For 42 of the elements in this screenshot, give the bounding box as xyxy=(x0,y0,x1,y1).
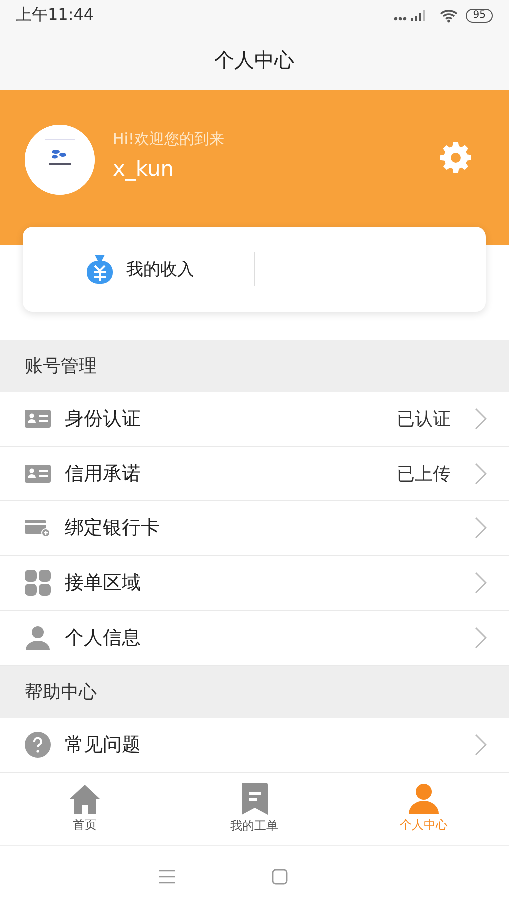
income-button[interactable]: 我的收入 xyxy=(23,226,254,312)
home-square-icon[interactable] xyxy=(272,869,288,886)
status-value: 已上传 xyxy=(397,462,451,486)
chevron-icon xyxy=(475,408,487,430)
chevron-icon xyxy=(475,627,487,650)
wifi-icon xyxy=(440,8,458,23)
menu-row[interactable]: 常见问题 xyxy=(0,718,509,774)
menu-label: 常见问题 xyxy=(65,733,142,758)
grid-icon xyxy=(25,570,51,596)
menu-row[interactable]: 接单区域 xyxy=(0,556,509,612)
chevron-icon xyxy=(475,517,487,540)
help-icon xyxy=(25,732,51,758)
home-icon xyxy=(68,784,101,814)
menu-label: 个人信息 xyxy=(65,626,142,652)
battery-level: 95 xyxy=(466,8,493,23)
menu-row[interactable]: 信用承诺 已上传 xyxy=(0,446,509,502)
id-card-icon xyxy=(25,464,51,484)
chevron-icon xyxy=(475,572,487,594)
bookmark-icon xyxy=(242,783,268,816)
id-card-icon xyxy=(25,408,51,429)
username: x_kun xyxy=(113,156,176,181)
section-title: 帮助中心 xyxy=(25,681,97,704)
person-icon xyxy=(25,626,51,650)
menu-row[interactable]: 身份认证 已认证 xyxy=(0,392,509,447)
card-plus-icon xyxy=(25,518,51,538)
section-title: 账号管理 xyxy=(25,354,97,378)
greeting-text: Hi!欢迎您的到来 xyxy=(113,130,226,149)
person-icon xyxy=(408,784,440,814)
chevron-icon xyxy=(475,734,487,756)
status-time: 上午11:44 xyxy=(16,5,94,26)
tab-item[interactable]: 我的工单 xyxy=(170,773,340,846)
chevron-icon xyxy=(475,462,487,485)
status-value: 已认证 xyxy=(397,408,451,431)
tab-item[interactable]: 首页 xyxy=(0,773,170,846)
menu-label: 绑定银行卡 xyxy=(65,516,161,542)
settings-icon[interactable] xyxy=(439,140,473,175)
page-title: 个人中心 xyxy=(214,47,294,74)
menu-label: 信用承诺 xyxy=(65,462,142,487)
menu-row[interactable]: 绑定银行卡 xyxy=(0,501,509,556)
menu-label: 身份认证 xyxy=(65,406,142,432)
menu-label: 接单区域 xyxy=(65,571,142,596)
menu-icon[interactable] xyxy=(158,870,174,884)
